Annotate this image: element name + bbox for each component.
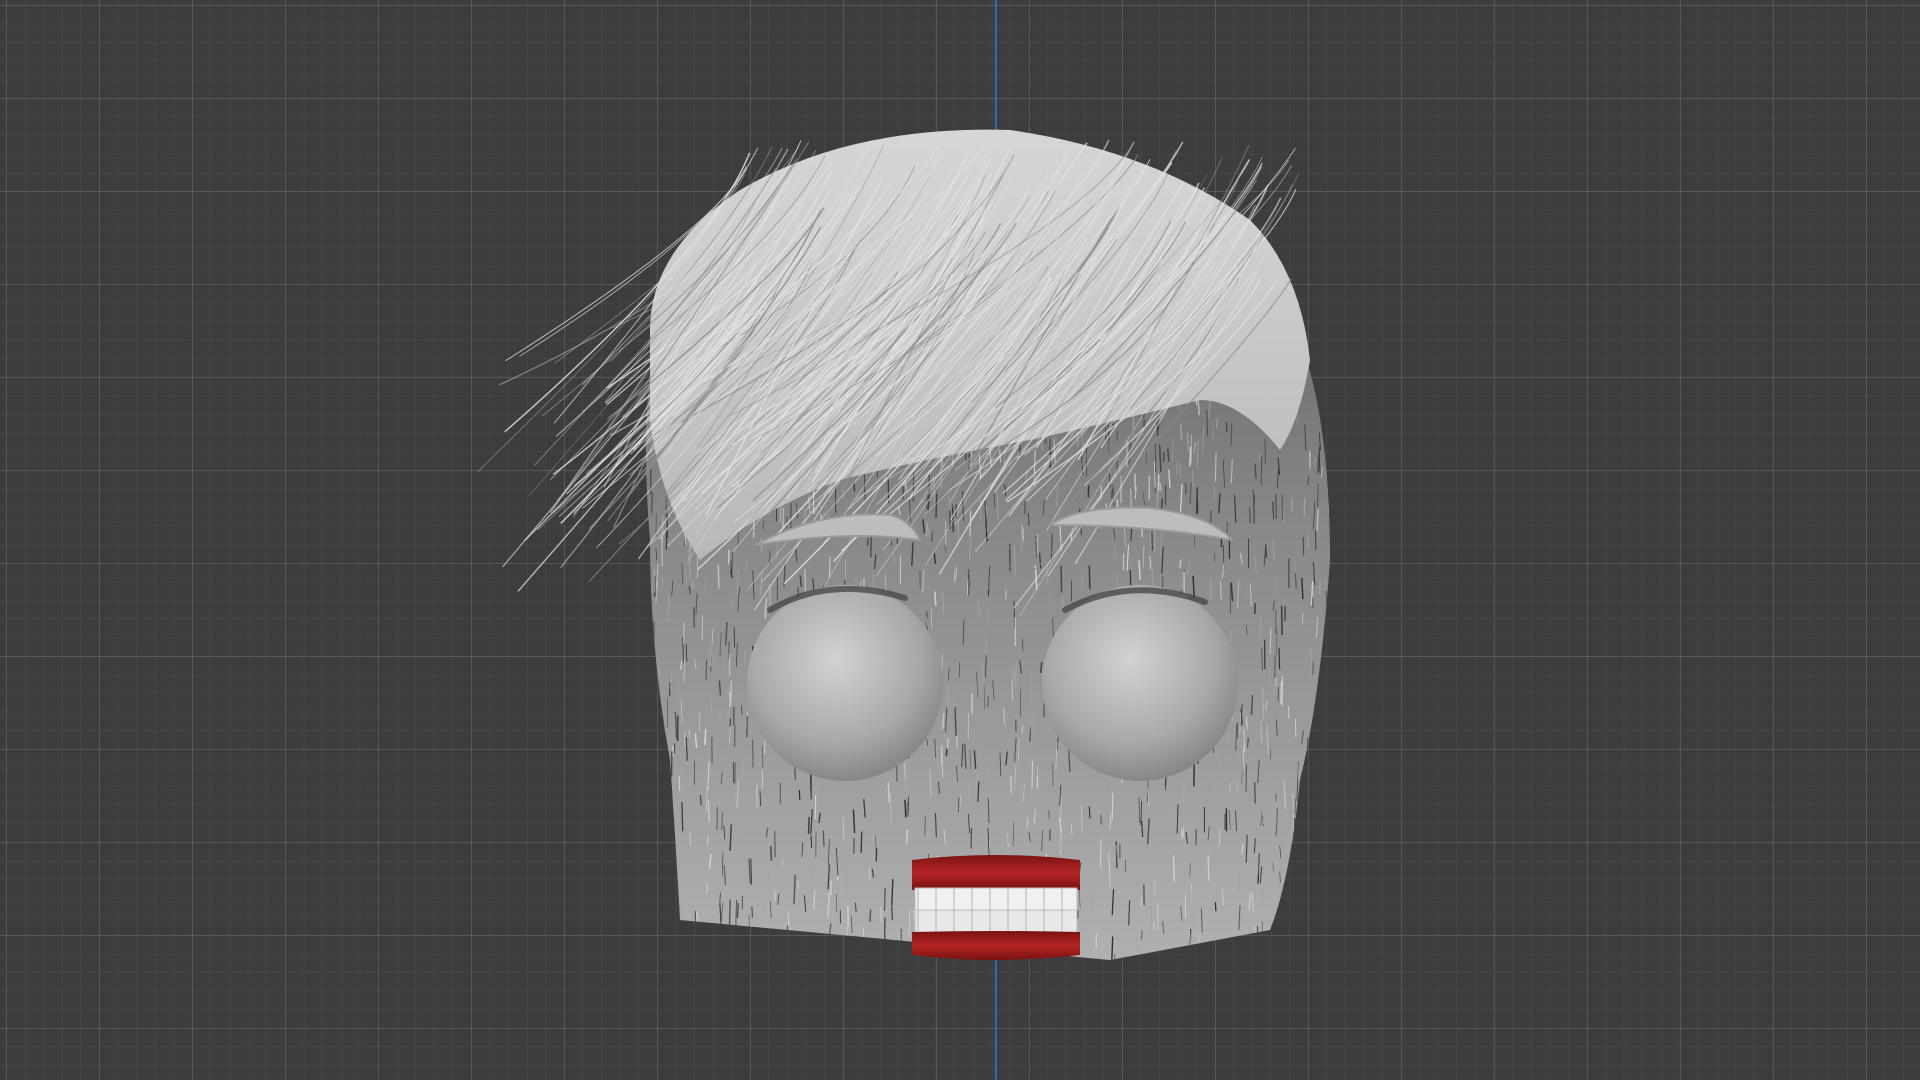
right-eye[interactable] <box>1042 585 1238 781</box>
left-eye[interactable] <box>747 585 943 781</box>
teeth-model[interactable] <box>912 855 1080 960</box>
head-model[interactable] <box>0 0 1920 1080</box>
3d-viewport[interactable] <box>0 0 1920 1080</box>
